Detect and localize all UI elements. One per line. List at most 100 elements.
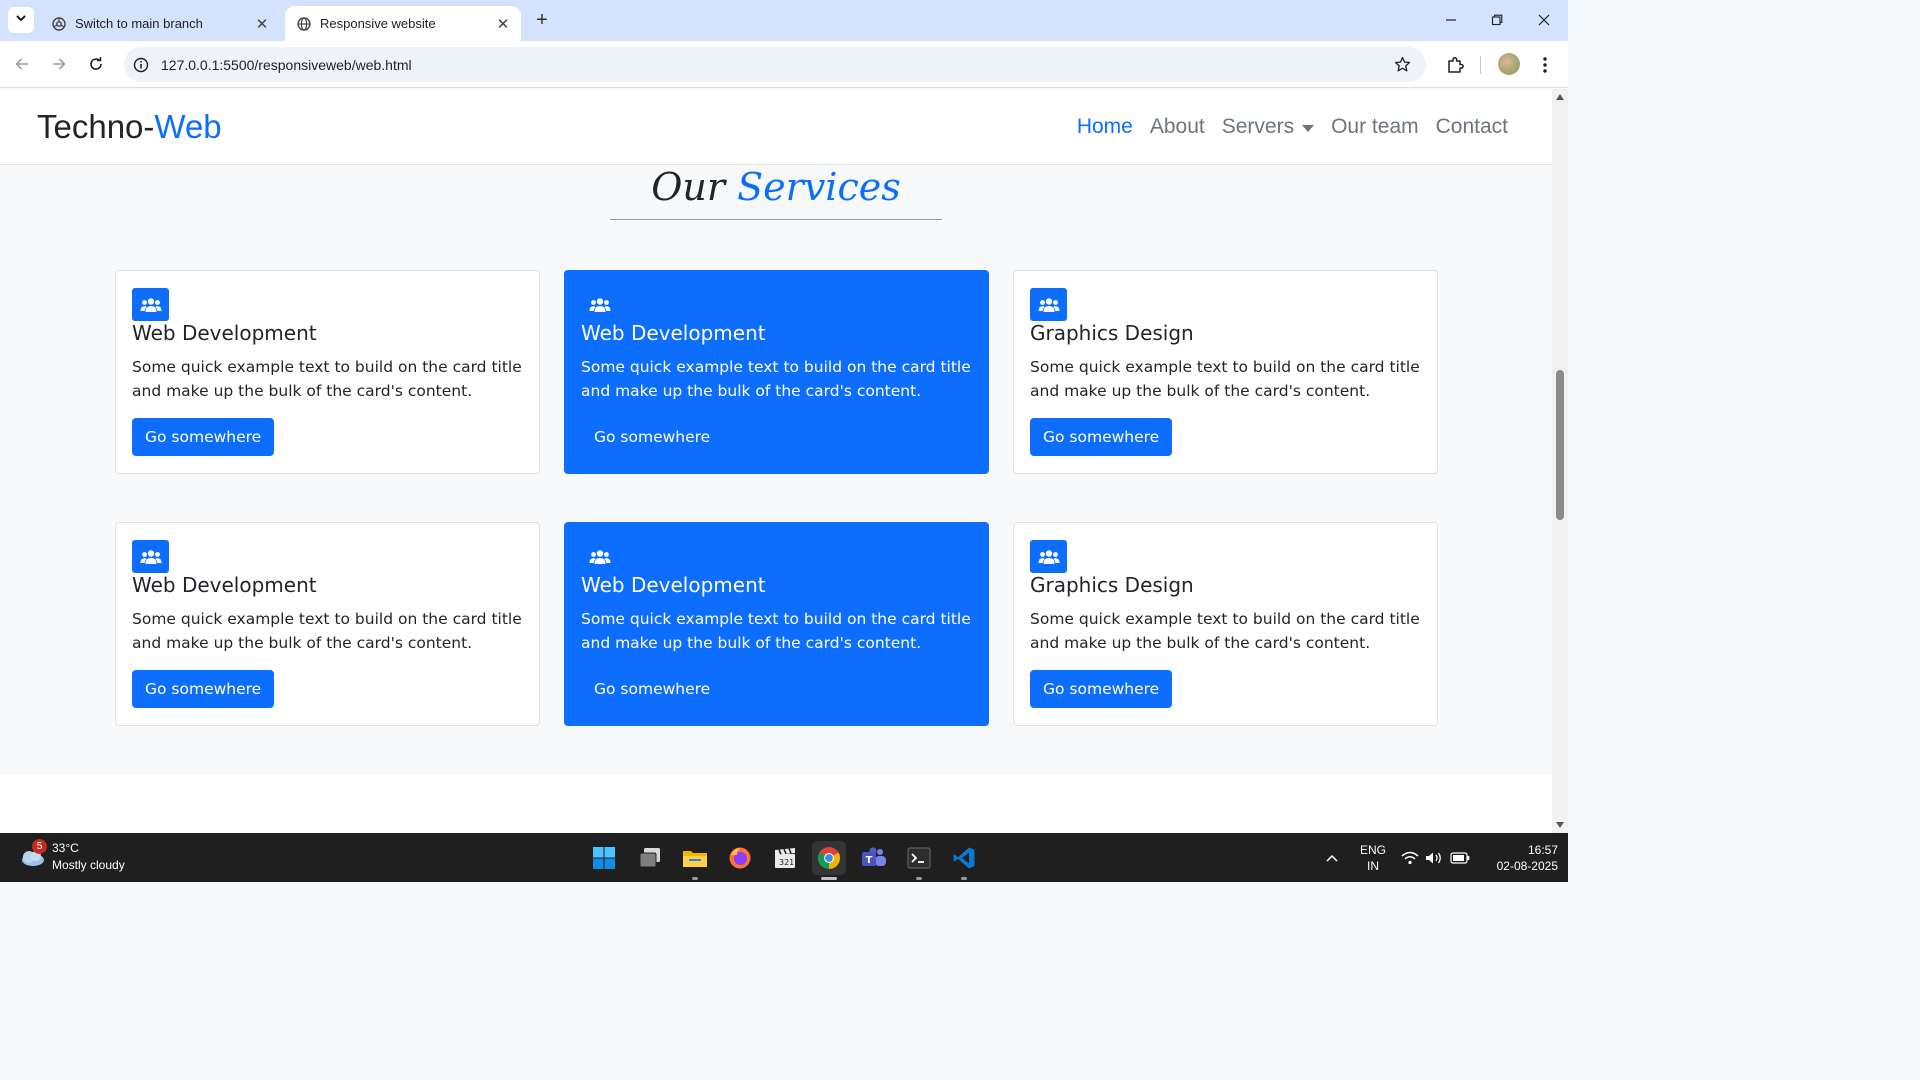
go-somewhere-button[interactable]: Go somewhere [1030, 418, 1173, 456]
volume-icon[interactable] [1424, 848, 1444, 868]
heading-divider [610, 219, 942, 220]
more-icon[interactable] [1533, 53, 1557, 77]
users-icon [132, 540, 169, 573]
tab-title: Responsive website [320, 16, 436, 31]
vscode-icon[interactable] [947, 841, 981, 875]
card-title: Web Development [581, 573, 766, 597]
page-scrollbar[interactable] [1552, 89, 1568, 833]
next-section [0, 775, 1552, 833]
caret-down-icon [1302, 124, 1315, 132]
nav-link-our-team[interactable]: Our team [1331, 115, 1419, 139]
wifi-icon[interactable] [1400, 848, 1420, 868]
card-text: Some quick example text to build on the … [132, 358, 522, 400]
info-icon[interactable] [133, 57, 149, 73]
service-card: Graphics Design Some quick example text … [1013, 270, 1438, 474]
chrome-icon[interactable] [812, 841, 846, 875]
card-text: Some quick example text to build on the … [581, 610, 971, 652]
service-card: Graphics Design Some quick example text … [1013, 522, 1438, 726]
star-icon[interactable] [1392, 55, 1412, 75]
profile-avatar[interactable] [1498, 53, 1520, 75]
system-clock[interactable]: 16:57 02-08-2025 [1478, 842, 1558, 874]
service-card: Web Development Some quick example text … [115, 522, 540, 726]
clock-date: 02-08-2025 [1496, 859, 1558, 873]
heading-main-text: Our [651, 165, 738, 209]
firefox-icon[interactable] [723, 841, 757, 875]
browser-tab-strip: Switch to main branch ✕ Responsive websi… [0, 0, 1568, 41]
extensions-icon[interactable] [1443, 53, 1467, 77]
forward-icon[interactable] [46, 51, 72, 77]
chrome-icon [51, 16, 67, 32]
go-somewhere-button[interactable]: Go somewhere [581, 670, 724, 708]
scroll-down-arrow[interactable] [1555, 820, 1565, 830]
clapperboard-icon[interactable]: 321 [768, 841, 802, 875]
weather-badge: 5 [32, 839, 47, 854]
windows-taskbar: 5 33°C Mostly cloudy 321 T ENG IN 16:57 … [0, 833, 1568, 882]
brand-main-text: Techno- [37, 108, 155, 145]
nav-link-home[interactable]: Home [1077, 115, 1133, 139]
tab-title: Switch to main branch [75, 16, 203, 31]
active-indicator [821, 877, 837, 880]
card-title: Web Development [132, 321, 317, 345]
service-card: Web Development Some quick example text … [564, 522, 989, 726]
card-title: Graphics Design [1030, 321, 1194, 345]
toolbar-divider [1480, 56, 1481, 74]
scrollbar-thumb[interactable] [1556, 370, 1564, 520]
nav-link-contact[interactable]: Contact [1436, 115, 1508, 139]
tab-search-button[interactable] [8, 7, 34, 33]
plus-icon[interactable]: + [530, 8, 554, 32]
language-indicator[interactable]: ENG IN [1360, 842, 1386, 874]
users-icon [581, 288, 618, 321]
nav-link-about[interactable]: About [1150, 115, 1205, 139]
close-window-icon[interactable] [1529, 5, 1559, 35]
weather-temperature[interactable]: 33°C [52, 841, 79, 855]
brand-accent-text: Web [154, 108, 222, 145]
language-line-1: ENG [1360, 843, 1387, 857]
teams-icon[interactable]: T [857, 841, 891, 875]
section-heading: Our Services [610, 165, 942, 209]
svg-text:T: T [866, 855, 873, 866]
site-nav-links: Home About Servers Our team Contact [1077, 115, 1508, 139]
close-icon[interactable]: ✕ [252, 14, 272, 34]
tab-switch-to-main-branch[interactable]: Switch to main branch ✕ [40, 6, 280, 41]
go-somewhere-button[interactable]: Go somewhere [581, 418, 724, 456]
running-indicator [692, 877, 698, 880]
reload-icon[interactable] [83, 51, 109, 77]
file-explorer-icon[interactable] [678, 841, 712, 875]
go-somewhere-button[interactable]: Go somewhere [132, 670, 275, 708]
service-card: Web Development Some quick example text … [115, 270, 540, 474]
weather-description[interactable]: Mostly cloudy [52, 858, 125, 872]
windows-icon[interactable] [587, 841, 621, 875]
url-text[interactable]: 127.0.0.1:5500/responsiveweb/web.html [161, 57, 1392, 73]
back-icon[interactable] [9, 51, 35, 77]
card-text: Some quick example text to build on the … [1030, 610, 1420, 652]
go-somewhere-button[interactable]: Go somewhere [1030, 670, 1173, 708]
battery-icon[interactable] [1450, 848, 1470, 868]
go-somewhere-button[interactable]: Go somewhere [132, 418, 275, 456]
users-icon [581, 540, 618, 573]
users-icon [1030, 288, 1067, 321]
terminal-icon[interactable] [902, 841, 936, 875]
scroll-up-arrow[interactable] [1555, 92, 1565, 102]
running-indicator [916, 877, 922, 880]
tab-responsive-website[interactable]: Responsive website ✕ [285, 6, 521, 41]
chevron-up-icon[interactable] [1323, 849, 1341, 867]
site-navbar: Techno-Web Home About Servers Our team C… [0, 89, 1552, 165]
card-text: Some quick example text to build on the … [1030, 358, 1420, 400]
users-icon [132, 288, 169, 321]
clock-time: 16:57 [1527, 843, 1558, 857]
site-brand[interactable]: Techno-Web [37, 108, 222, 146]
service-card: Web Development Some quick example text … [564, 270, 989, 474]
card-title: Web Development [132, 573, 317, 597]
chevron-down-icon [15, 11, 27, 29]
svg-text:321: 321 [779, 858, 794, 867]
task-view-icon[interactable] [633, 841, 667, 875]
nav-link-servers[interactable]: Servers [1222, 115, 1315, 139]
address-bar[interactable]: 127.0.0.1:5500/responsiveweb/web.html [124, 47, 1426, 82]
minimize-icon[interactable] [1436, 5, 1466, 35]
globe-icon [296, 16, 312, 32]
page-viewport: Techno-Web Home About Servers Our team C… [0, 89, 1552, 833]
restore-icon[interactable] [1482, 5, 1512, 35]
card-title: Graphics Design [1030, 573, 1194, 597]
running-indicator [961, 877, 967, 880]
close-icon[interactable]: ✕ [493, 14, 513, 34]
